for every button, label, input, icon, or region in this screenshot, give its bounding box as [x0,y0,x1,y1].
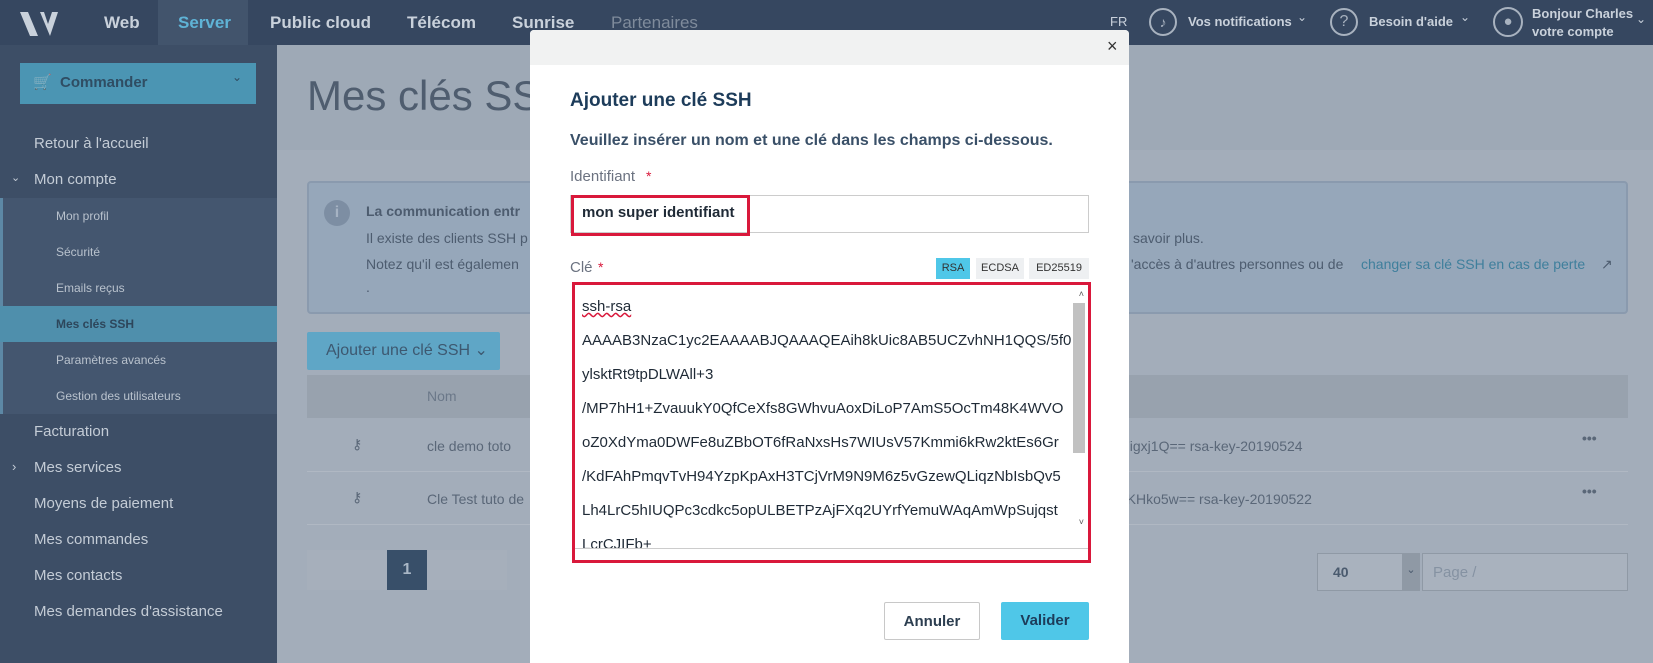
scroll-down-icon[interactable]: ˅ [1079,517,1084,527]
key-line: oZ0XdYma0DWFe8uZBbOT6fRaNxsHs7WIUsV57Kmm… [582,434,1059,451]
ovh-logo-icon[interactable] [18,10,64,38]
sidebar-item-profile[interactable]: Mon profil [56,209,109,223]
sidebar-item-contacts[interactable]: Mes contacts [34,567,122,584]
sidebar-item-orders[interactable]: Mes commandes [34,531,148,548]
row-name: cle demo toto [427,438,512,454]
key-line-clip: LcrCJIFb+ [575,536,1071,548]
chevron-down-icon: ⌄ [474,342,488,359]
sidebar-item-users[interactable]: Gestion des utilisateurs [56,389,181,403]
sidebar-item-advanced[interactable]: Paramètres avancés [56,353,166,367]
help-menu[interactable]: Besoin d'aide [1369,14,1453,29]
row-key: rKHko5w== rsa-key-20190522 [1122,491,1312,507]
more-actions-icon[interactable]: ••• [1582,430,1597,446]
chevron-down-icon: ⌄ [1297,10,1308,24]
row-key: 7igxj1Q== rsa-key-20190524 [1122,438,1303,454]
sidebar-item-billing[interactable]: Facturation [34,423,109,440]
key-icon: ⚷ [352,489,363,505]
sidebar-item-payment[interactable]: Moyens de paiement [34,495,173,512]
add-ssh-key-button[interactable]: Ajouter une clé SSH ⌄ [307,332,500,370]
row-name: Cle Test tuto de [427,491,525,507]
key-type-ed25519[interactable]: ED25519 [1029,258,1089,279]
sidebar-item-emails[interactable]: Emails reçus [56,281,125,295]
chevron-down-icon: ⌄ [11,172,21,184]
chevron-down-icon: ⌄ [1460,10,1471,24]
info-text: Il existe des clients SSH p [366,230,528,246]
cart-icon: 🛒 [33,74,52,91]
sidebar-item-services[interactable]: Mes services [34,459,122,476]
external-link-icon: ↗ [1601,256,1613,272]
info-icon: i [324,200,350,226]
sidebar-item-support[interactable]: Mes demandes d'assistance [34,603,223,620]
nav-server[interactable]: Server [178,0,231,45]
account-greeting[interactable]: Bonjour Charles [1532,6,1633,21]
add-ssh-key-label: Ajouter une clé SSH [326,342,471,359]
order-label: Commander [60,74,148,91]
key-line: LcrCJIFb+ [582,536,652,548]
scroll-up-icon[interactable]: ˄ [1079,289,1084,299]
language-selector[interactable]: FR [1110,14,1127,29]
order-button[interactable]: 🛒 Commander ⌄ [20,63,256,104]
nav-web[interactable]: Web [104,0,140,45]
account-label[interactable]: votre compte [1532,24,1614,39]
page-1-button[interactable]: 1 [387,550,427,590]
key-line: /KdFAhPmqvTvH94YzpKpAxH3TCjVrM9N9M6z5vGz… [582,468,1061,485]
required-marker: * [598,259,604,275]
info-text: savoir plus. [1133,230,1204,246]
identifier-label: Identifiant [570,168,636,185]
lost-key-link[interactable]: changer sa clé SSH en cas de perte [1361,256,1585,272]
more-actions-icon[interactable]: ••• [1582,483,1597,499]
key-line: ylsktRt9tpDLWAll+3 [582,366,714,383]
key-type-rsa[interactable]: RSA [936,258,970,279]
column-name: Nom [427,388,457,404]
chevron-down-icon: ⌄ [1402,553,1420,591]
key-label: Clé [570,259,593,276]
bell-icon[interactable]: ♪ [1149,8,1177,36]
sidebar-item-security[interactable]: Sécurité [56,245,100,259]
nav-telecom[interactable]: Télécom [407,0,476,45]
sidebar-item-account[interactable]: Mon compte [34,171,117,188]
user-avatar-icon[interactable]: ● [1493,7,1523,37]
notifications-menu[interactable]: Vos notifications [1188,14,1292,29]
key-line: /MP7hH1+ZvauukY0QfCeXfs8GWhvuAoxDiLoP7Am… [582,400,1064,417]
help-icon[interactable]: ? [1330,8,1358,36]
nav-public-cloud[interactable]: Public cloud [270,0,371,45]
identifier-value: mon super identifiant [582,204,735,221]
active-item-bg [0,306,277,342]
info-text: 'accès à d'autres personnes ou de [1131,256,1344,272]
modal-subtitle: Veuillez insérer un nom et une clé dans … [570,132,1053,149]
sidebar-item-ssh-keys[interactable]: Mes clés SSH [56,317,134,331]
key-icon: ⚷ [352,436,363,452]
info-title: La communication entr [366,203,521,219]
info-text: . [366,279,370,295]
submit-button[interactable]: Valider [1001,602,1089,640]
info-text: Notez qu'il est égalemen [366,256,519,272]
modal-title: Ajouter une clé SSH [570,90,752,111]
key-line: AAAAB3NzaC1yc2EAAAABJQAAAQEAih8kUic8AB5U… [582,332,1072,349]
required-marker: * [646,168,652,184]
cancel-button[interactable]: Annuler [884,602,980,640]
key-line: ssh-rsa [582,298,632,315]
chevron-down-icon: ⌄ [232,70,243,84]
key-line: Lh4LrC5hIUQPc3cdkc5opULBETPzAjFXq2UYrfYe… [582,502,1058,519]
key-type-ecdsa[interactable]: ECDSA [976,258,1024,279]
modal-header [530,30,1129,65]
scrollbar-thumb[interactable] [1073,303,1085,453]
close-icon[interactable]: × [1107,36,1118,57]
chevron-down-icon: ⌄ [1636,12,1647,26]
sidebar-item-home[interactable]: Retour à l'accueil [34,135,149,152]
chevron-right-icon: › [12,459,17,474]
page-input[interactable]: Page / [1422,553,1628,591]
